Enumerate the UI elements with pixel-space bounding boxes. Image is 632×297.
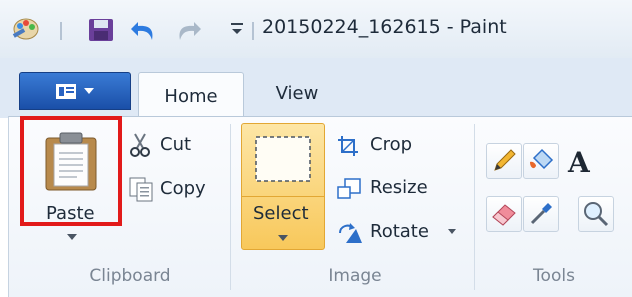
pencil-tool[interactable] (486, 143, 522, 179)
resize-button[interactable]: Resize (370, 177, 428, 198)
svg-text:A: A (567, 146, 591, 179)
fill-icon (530, 148, 554, 170)
tab-home[interactable]: Home (138, 72, 244, 119)
select-button-label: Select (253, 203, 309, 224)
image-group-label: Image (328, 266, 382, 286)
scissors-icon[interactable] (128, 132, 152, 158)
eraser-icon (492, 204, 516, 226)
fill-tool[interactable] (523, 143, 559, 179)
paste-dropdown-icon[interactable] (66, 233, 78, 241)
file-menu-button[interactable] (19, 72, 131, 110)
customize-dropdown-icon[interactable] (229, 18, 245, 40)
magnifier-tool[interactable] (578, 196, 614, 232)
undo-icon[interactable] (128, 16, 160, 44)
group-separator (474, 124, 475, 290)
select-split-line (242, 196, 324, 197)
tab-home-label: Home (164, 85, 218, 107)
clipboard-group-label: Clipboard (89, 266, 171, 286)
paste-button[interactable] (20, 116, 122, 226)
eraser-tool[interactable] (486, 196, 522, 232)
text-tool[interactable]: A (560, 143, 596, 179)
save-icon[interactable] (86, 16, 116, 44)
cut-button[interactable]: Cut (160, 134, 191, 155)
file-menu-icon (56, 84, 94, 99)
rotate-icon[interactable] (336, 221, 364, 245)
rotate-dropdown-icon[interactable] (447, 228, 457, 235)
tools-group-label: Tools (533, 266, 575, 286)
magnifier-icon (584, 202, 609, 227)
quick-access-separator (60, 22, 62, 40)
group-separator (230, 124, 231, 290)
crop-icon[interactable] (336, 134, 360, 158)
window-title: 20150224_162615 - Paint (262, 16, 507, 38)
redo-icon[interactable] (172, 16, 204, 44)
paint-app-icon[interactable] (10, 14, 40, 42)
copy-button[interactable]: Copy (160, 178, 206, 199)
select-dropdown-icon[interactable] (277, 234, 289, 242)
color-picker-icon (530, 203, 552, 225)
resize-icon[interactable] (336, 177, 362, 201)
tab-view[interactable]: View (252, 72, 342, 114)
title-separator (252, 22, 254, 40)
rotate-button[interactable]: Rotate (370, 221, 429, 242)
color-picker-tool[interactable] (523, 196, 559, 232)
crop-button[interactable]: Crop (370, 134, 412, 155)
copy-icon[interactable] (128, 176, 154, 202)
selection-rectangle-icon (254, 135, 312, 183)
tab-view-label: View (275, 82, 319, 104)
text-icon: A (567, 146, 591, 179)
pencil-icon (494, 149, 516, 171)
